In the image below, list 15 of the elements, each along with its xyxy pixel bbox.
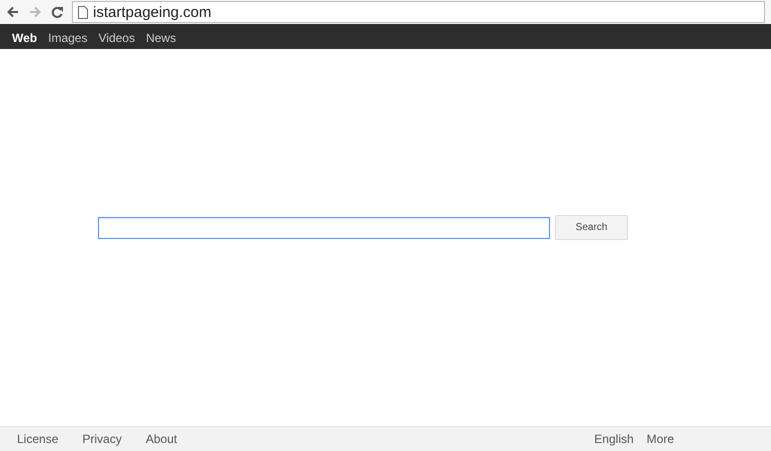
search-button[interactable]: Search <box>555 215 628 240</box>
page-icon <box>78 6 88 18</box>
nav-link[interactable]: News <box>146 30 176 44</box>
footer-link[interactable]: English <box>594 432 634 446</box>
back-icon[interactable] <box>6 5 20 19</box>
reload-icon[interactable] <box>50 5 64 19</box>
address-bar[interactable]: istartpageing.com <box>72 1 765 23</box>
footer-link[interactable]: About <box>146 432 178 446</box>
footer-link[interactable]: Privacy <box>82 432 122 446</box>
footer-link[interactable]: More <box>646 432 674 446</box>
nav-link[interactable]: Images <box>48 30 88 44</box>
search-field[interactable] <box>98 216 550 238</box>
footer-link[interactable]: License <box>17 432 58 446</box>
nav-link[interactable]: Videos <box>98 30 135 44</box>
nav-link[interactable]: Web <box>12 30 38 44</box>
